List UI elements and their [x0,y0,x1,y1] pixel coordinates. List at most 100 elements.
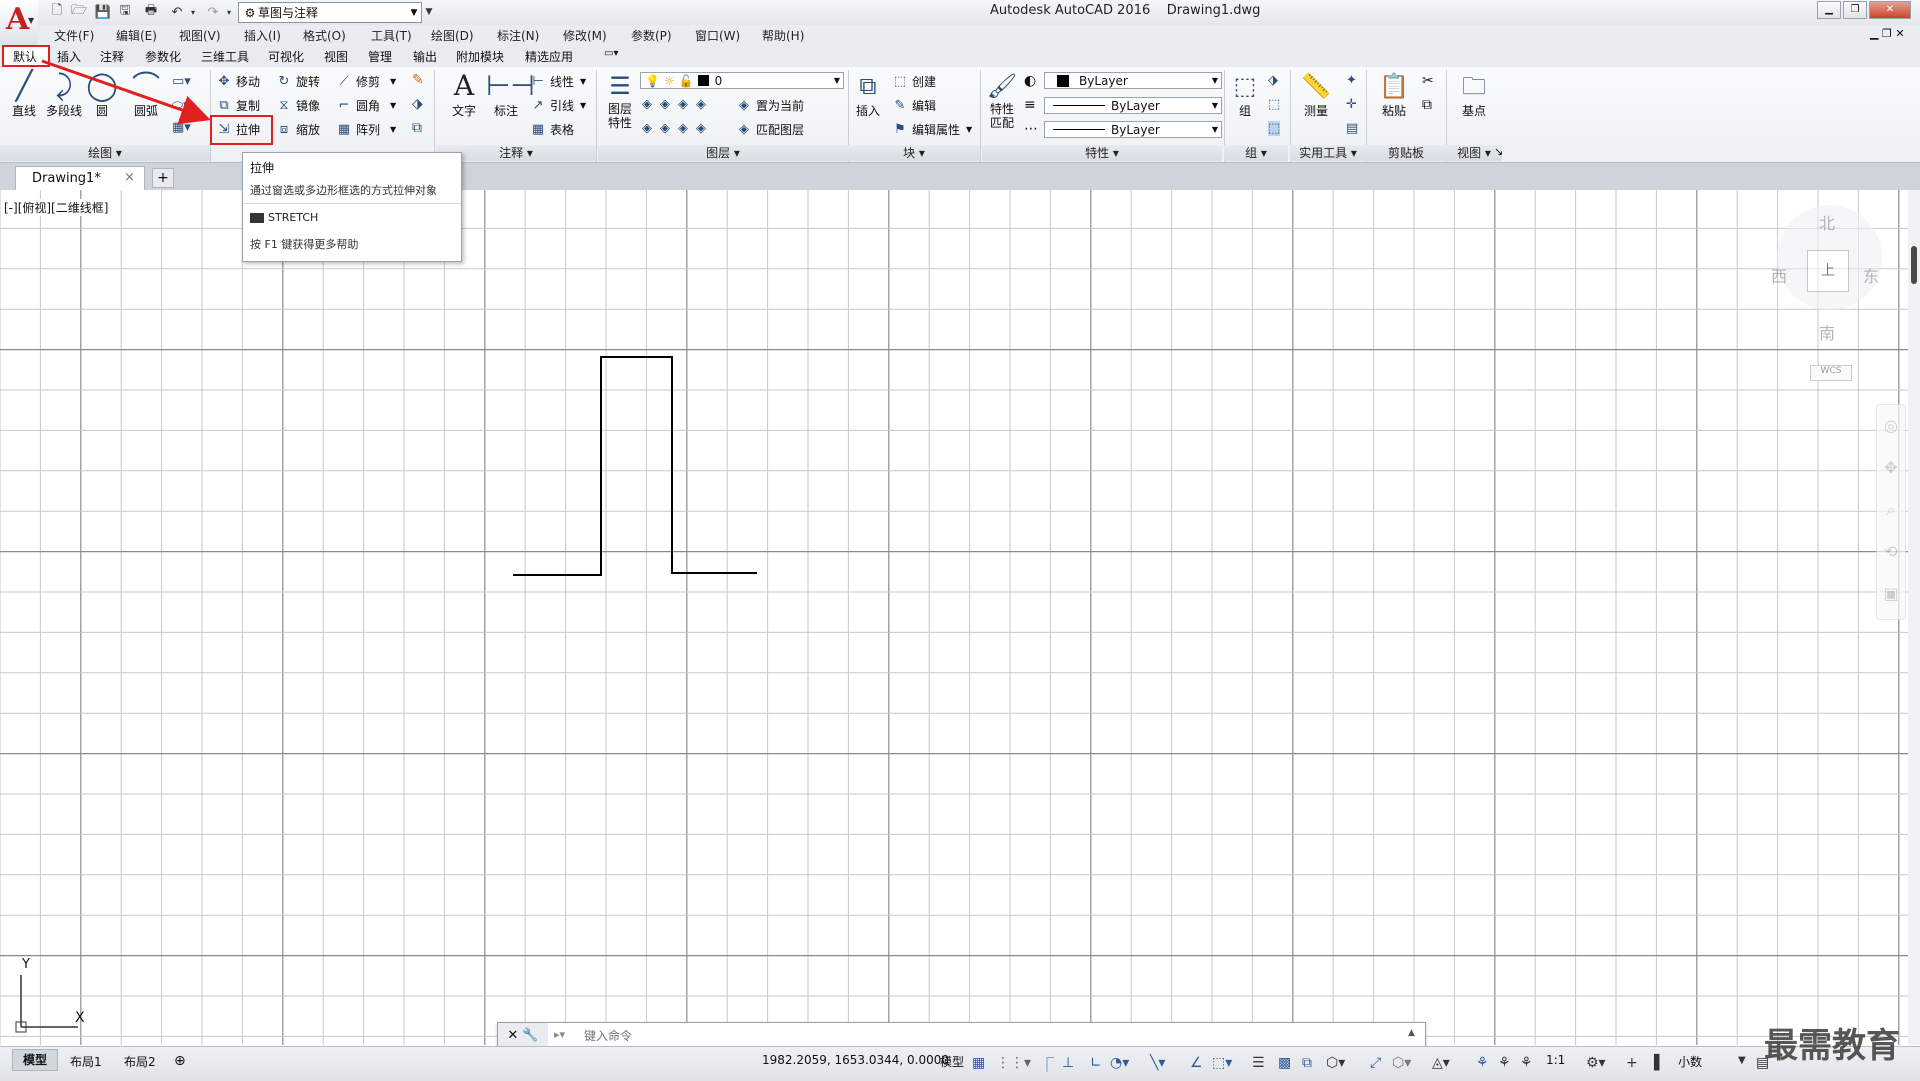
ellipse-icon[interactable]: ⬭▾ [172,98,190,113]
save-icon[interactable]: 💾 [94,3,112,21]
ribbon-tab-3[interactable]: 参数化 [145,48,181,65]
redo-dropdown-icon[interactable]: ▾ [220,3,238,21]
undo-dropdown-icon[interactable]: ▾ [184,3,202,21]
measure-button[interactable]: 📏 测量 [1296,70,1336,119]
viewcube-east[interactable]: 东 [1863,263,1879,287]
grid-display-icon[interactable]: ▦ [972,1055,985,1071]
ribbon-tab-5[interactable]: 可视化 [268,48,304,65]
polyline-tool-button[interactable]: ⤸ 多段线 [44,70,84,119]
layer-dropdown[interactable]: 💡 ☼ 🔓 0 ▼ [640,72,844,89]
annotation-monitor-icon[interactable]: + [1626,1055,1638,1071]
polar-tracking-icon[interactable]: ◔▾ [1110,1055,1129,1071]
line-tool-button[interactable]: ╱ 直线 [4,70,44,119]
viewcube-top-face[interactable]: 上 [1807,250,1849,292]
menu-item-1[interactable]: 编辑(E) [116,27,157,44]
ribbon-minimize-icon[interactable]: ▭▾ [604,48,618,59]
3d-object-snap-icon[interactable]: ⬡▾ [1326,1055,1345,1071]
menu-item-3[interactable]: 插入(I) [244,27,281,44]
linetype-icon[interactable]: ⋯ [1024,121,1038,137]
ribbon-tab-6[interactable]: 视图 [324,48,348,65]
draw-panel-label[interactable]: 绘图 ▾ [0,145,210,161]
viewcube[interactable]: 上 北 东 西 南 [1771,205,1882,345]
group-edit-icon[interactable]: ⬚ [1268,97,1280,112]
layer-properties-button[interactable]: ☰ 图层 特性 [600,70,640,130]
plot-icon[interactable]: 🖶 [142,3,160,21]
menu-item-10[interactable]: 窗口(W) [695,27,740,44]
group-panel-label[interactable]: 组 ▾ [1224,145,1288,161]
dynamic-input-icon[interactable]: ⊥ [1062,1055,1074,1071]
nav-tools-icon[interactable]: ◎ ✥ ⌕ ⟲ ▣ [1877,405,1905,615]
rectangle-icon[interactable]: ▭▾ [172,74,191,89]
coordinates-display[interactable]: 1982.2059, 1653.0344, 0.0000 [762,1053,949,1067]
document-window-controls[interactable]: ▁ ❐ ✕ [1870,27,1905,40]
scale-button[interactable]: ⧈ 缩放 [276,121,320,138]
ribbon-tab-4[interactable]: 三维工具 [201,48,249,65]
edit-block-button[interactable]: ✎ 编辑 [892,97,936,114]
ribbon-tab-10[interactable]: 精选应用 [525,48,573,65]
layers-panel-label[interactable]: 图层 ▾ [598,145,848,161]
layer-tools-row-2[interactable]: ◈◈◈◈ [642,121,714,136]
utilities-panel-label[interactable]: 实用工具 ▾ [1290,145,1366,161]
menu-item-4[interactable]: 格式(O) [303,27,346,44]
move-button[interactable]: ✥ 移动 [216,73,260,90]
offset-icon[interactable]: ⧉ [412,120,422,136]
transparency-icon[interactable]: ▩ [1278,1055,1291,1071]
command-history-icon[interactable]: ▲ [1408,1028,1415,1038]
paste-button[interactable]: 📋 粘贴 [1374,70,1414,119]
point-icon[interactable]: ✛ [1346,97,1357,112]
copy-button[interactable]: ⧉ 复制 [216,97,260,114]
viewcube-south[interactable]: 南 [1819,320,1835,344]
dimension-tool-button[interactable]: ⊢⊣ 标注 [486,70,535,119]
gizmo-icon[interactable]: ◬▾ [1432,1055,1450,1071]
create-block-button[interactable]: ⬚ 创建 [892,73,936,90]
menu-item-5[interactable]: 工具(T) [371,27,412,44]
open-folder-icon[interactable]: 🗁 [70,3,88,21]
command-input[interactable] [582,1026,1406,1046]
quick-select-icon[interactable]: ✦ [1346,73,1357,88]
dynamic-ucs-icon[interactable]: ⤢ [1370,1055,1381,1071]
workspace-selector[interactable]: ⚙ 草图与注释 ▼ [238,2,422,23]
panel-launcher-icon[interactable]: ↘ [1494,145,1503,158]
workspace-gear-icon[interactable]: ⚙▾ [1586,1055,1606,1071]
cut-icon[interactable]: ✂ [1422,73,1434,89]
text-tool-button[interactable]: A 文字 [444,70,484,119]
base-point-button[interactable]: 🗀 基点 [1454,70,1494,119]
annotation-scale-icon[interactable]: ⚘ [1520,1055,1533,1071]
color-wheel-icon[interactable]: ◐ [1024,73,1036,89]
match-layer-button[interactable]: ◈ 匹配图层 [736,121,804,138]
erase-icon[interactable]: ✎ [412,72,424,88]
linetype-dropdown[interactable]: ByLayer ▼ [1044,121,1222,138]
ungroup-icon[interactable]: ⬗ [1268,73,1278,88]
annotation-visibility-icon[interactable]: ⚘ [1476,1055,1489,1071]
trim-button[interactable]: ⟋ 修剪 ▼ [336,73,396,90]
menu-item-6[interactable]: 绘图(D) [431,27,474,44]
units-dropdown[interactable]: 小数 [1678,1053,1702,1070]
table-button[interactable]: ▦ 表格 [530,121,574,138]
wcs-menu[interactable]: WCS [1810,365,1852,381]
restore-button[interactable]: ❐ [1843,1,1867,19]
linear-button[interactable]: ⊢ 线性 ▼ [530,73,586,90]
viewcube-north[interactable]: 北 [1819,210,1835,234]
application-menu-button[interactable]: A ▼ [0,0,38,45]
ribbon-tab-2[interactable]: 注释 [100,48,124,65]
ribbon-tab-8[interactable]: 输出 [413,48,437,65]
layout-tab-2[interactable]: 布局2 [124,1053,156,1070]
circle-tool-button[interactable]: ◯ 圆 [84,70,120,119]
save-as-icon[interactable]: 🖫 [116,3,134,21]
close-button[interactable]: ✕ [1869,1,1911,19]
snap-mode-icon[interactable]: ⋮⋮▾ [996,1055,1031,1071]
group-selection-icon[interactable]: ⬚ [1268,121,1281,136]
menu-item-9[interactable]: 参数(P) [631,27,672,44]
layer-tools-row-1[interactable]: ◈◈◈◈ [642,97,714,112]
fillet-button[interactable]: ⌐ 圆角 ▼ [336,97,397,114]
color-dropdown[interactable]: ByLayer ▼ [1044,72,1222,89]
viewcube-west[interactable]: 西 [1771,263,1787,287]
lineweight-toggle-icon[interactable]: ☰ [1252,1055,1265,1071]
arc-tool-button[interactable]: ⌒ 圆弧 [126,70,166,119]
menu-item-2[interactable]: 视图(V) [179,27,221,44]
object-snap-icon[interactable]: ⬚▾ [1212,1055,1232,1071]
auto-scale-icon[interactable]: ⚘ [1498,1055,1511,1071]
lineweight-dropdown[interactable]: ByLayer ▼ [1044,97,1222,114]
array-button[interactable]: ▦ 阵列 ▼ [336,121,396,138]
copy-clip-icon[interactable]: ⧉ [1422,97,1432,113]
